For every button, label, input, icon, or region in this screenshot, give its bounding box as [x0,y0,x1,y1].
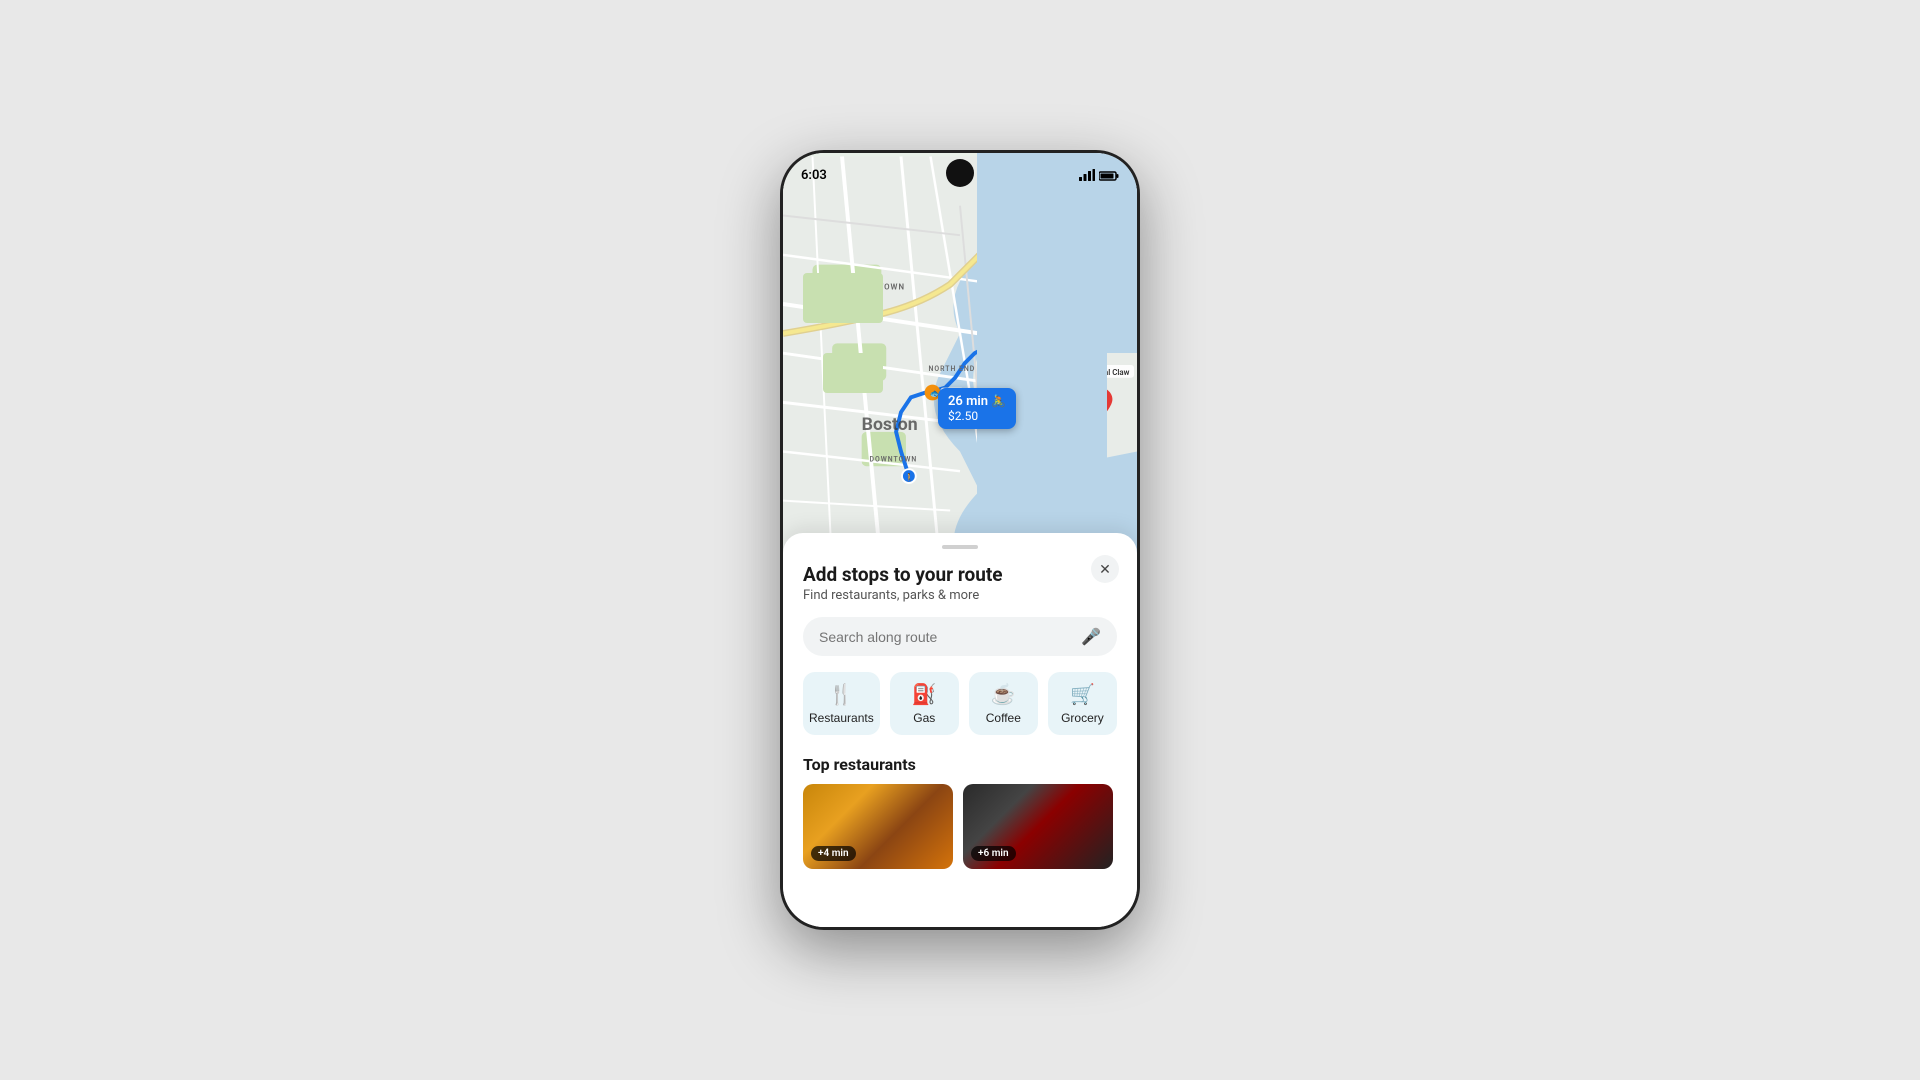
restaurant-badge-2: +6 min [971,846,1016,861]
grocery-icon: 🛒 [1070,682,1095,707]
restaurants-label: Restaurants [809,711,874,725]
green-area-2 [823,353,883,393]
green-area-1 [803,273,883,323]
coffee-label: Coffee [986,711,1021,725]
restaurant-card-1[interactable]: +4 min [803,784,953,869]
category-grocery-button[interactable]: 🛒 Grocery [1048,672,1117,735]
bottom-sheet: Add stops to your route Find restaurants… [783,533,1137,927]
search-input[interactable] [819,629,1073,645]
close-icon: ✕ [1099,561,1111,578]
microphone-icon[interactable]: 🎤 [1081,627,1101,646]
category-gas-button[interactable]: ⛽ Gas [890,672,959,735]
map-area: CHARLESTOWN NORTH END DOWNTOWN Boston 1A… [783,153,1137,573]
sheet-title: Add stops to your route [803,563,1117,586]
battery-icon [1099,166,1119,185]
category-coffee-button[interactable]: ☕ Coffee [969,672,1038,735]
sheet-subtitle: Find restaurants, parks & more [803,588,1117,603]
restaurants-icon: 🍴 [829,682,854,707]
drag-handle[interactable] [942,545,978,549]
phone-frame: 6:03 [780,150,1140,930]
section-title: Top restaurants [803,755,1117,774]
restaurant-badge-1: +4 min [811,846,856,861]
coffee-icon: ☕ [991,682,1016,707]
svg-text:DOWNTOWN: DOWNTOWN [870,455,918,463]
category-row: 🍴 Restaurants ⛽ Gas ☕ Coffee 🛒 Grocery [803,672,1117,735]
route-time: 26 min 🚴 [948,394,1006,409]
close-button[interactable]: ✕ [1091,555,1119,583]
svg-text:NORTH END: NORTH END [929,365,976,373]
search-box: 🎤 [803,617,1117,656]
restaurant-row: +4 min +6 min [803,784,1117,869]
svg-text:Boston: Boston [862,415,918,435]
restaurant-card-2[interactable]: +6 min [963,784,1113,869]
camera-notch [946,159,974,187]
gas-label: Gas [913,711,935,725]
category-restaurants-button[interactable]: 🍴 Restaurants [803,672,880,735]
route-price: $2.50 [948,409,1006,423]
svg-text:🚶: 🚶 [905,472,915,482]
gas-icon: ⛽ [912,682,937,707]
grocery-label: Grocery [1061,711,1104,725]
status-time: 6:03 [801,168,827,183]
signal-icon [1079,166,1095,185]
status-icons [1079,166,1119,185]
route-bubble: 26 min 🚴 $2.50 [938,388,1016,429]
